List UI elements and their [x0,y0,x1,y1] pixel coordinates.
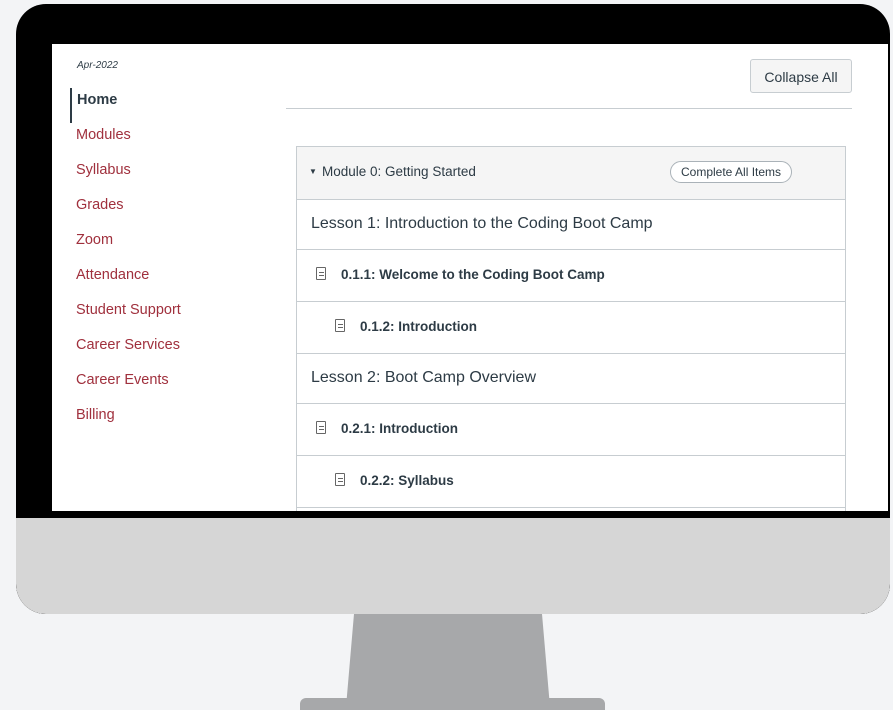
module-item[interactable]: 0.2.2: Syllabus [297,456,845,508]
module-title: Module 0: Getting Started [322,164,476,179]
header-divider [286,108,852,109]
module-item[interactable]: 0.1.1: Welcome to the Coding Boot Camp [297,250,845,302]
caret-down-icon[interactable]: ▼ [309,167,317,176]
document-icon [335,473,345,486]
sidebar-item-grades[interactable]: Grades [70,193,181,228]
document-icon [335,319,345,332]
module-header[interactable]: ▼ Module 0: Getting Started Complete All… [297,147,845,200]
module-item[interactable]: 0.1.2: Introduction [297,302,845,354]
complete-all-items-button[interactable]: Complete All Items [670,161,793,183]
module-item-link[interactable]: 0.1.2: Introduction [360,319,477,334]
sidebar-item-attendance[interactable]: Attendance [70,263,181,298]
module-item-link[interactable]: 0.2.2: Syllabus [360,473,454,488]
sidebar-item-modules[interactable]: Modules [70,123,181,158]
lesson-header: Lesson 2: Boot Camp Overview [297,354,845,404]
sidebar-item-home[interactable]: Home [70,88,181,123]
document-icon [316,267,326,280]
module-item-link[interactable]: 0.1.1: Welcome to the Coding Boot Camp [341,267,605,282]
screen: Apr-2022 Home Modules Syllabus Grades Zo… [52,44,888,511]
monitor-stand-base [300,698,605,710]
monitor-frame: Apr-2022 Home Modules Syllabus Grades Zo… [16,4,890,614]
collapse-all-button[interactable]: Collapse All [750,59,852,93]
sidebar-item-student-support[interactable]: Student Support [70,298,181,333]
module-item[interactable]: 0.2.1: Introduction [297,404,845,456]
lesson-header: Lesson 1: Introduction to the Coding Boo… [297,200,845,250]
sidebar-item-billing[interactable]: Billing [70,403,181,438]
lesson-title: Lesson 2: Boot Camp Overview [311,369,536,386]
course-sidebar: Apr-2022 Home Modules Syllabus Grades Zo… [52,44,262,511]
sidebar-item-syllabus[interactable]: Syllabus [70,158,181,193]
document-icon [316,421,326,434]
monitor-stand-neck [346,612,550,707]
course-nav: Home Modules Syllabus Grades Zoom Attend… [70,88,181,438]
module-panel: ▼ Module 0: Getting Started Complete All… [296,146,846,511]
module-item-link[interactable]: 0.2.1: Introduction [341,421,458,436]
sidebar-item-zoom[interactable]: Zoom [70,228,181,263]
monitor-chin [16,518,890,614]
term-date: Apr-2022 [77,60,118,71]
sidebar-item-career-services[interactable]: Career Services [70,333,181,368]
lesson-title: Lesson 1: Introduction to the Coding Boo… [311,215,653,232]
sidebar-item-career-events[interactable]: Career Events [70,368,181,403]
